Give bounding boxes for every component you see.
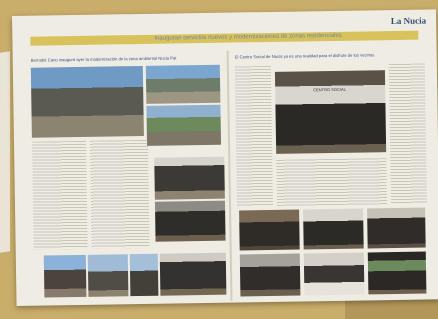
photo-scene: La Nucia Inauguran servicios nuevos y mo… bbox=[0, 0, 438, 319]
photo-centro-social-inauguration: CENTRO SOCIAL bbox=[274, 70, 387, 154]
article-text-column bbox=[388, 63, 427, 205]
photo-centro-room bbox=[239, 209, 300, 251]
background-sheet-edge bbox=[0, 51, 10, 253]
photo-officials-group bbox=[154, 156, 225, 200]
photo-visitors-1 bbox=[43, 254, 87, 298]
article-text-column bbox=[89, 139, 150, 249]
photo-toast bbox=[367, 207, 426, 249]
photo-attendees bbox=[239, 253, 301, 297]
photo-reception bbox=[303, 252, 365, 296]
photo-ribbon-cutting bbox=[30, 65, 144, 138]
page-gutter bbox=[226, 50, 233, 301]
photo-visitors-3 bbox=[129, 253, 159, 297]
photo-street-view bbox=[145, 64, 221, 104]
photo-visitors-2 bbox=[87, 254, 129, 297]
left-page-caption: Bernabé Cano inauguró ayer la modernizac… bbox=[30, 55, 177, 63]
masthead: La Nucia bbox=[390, 15, 427, 27]
article-text-column bbox=[31, 140, 88, 250]
photo-crowd bbox=[154, 200, 226, 242]
photo-audience bbox=[159, 252, 227, 296]
photo-park-area bbox=[146, 104, 222, 146]
right-page-caption: El Centro Social de Nucia ya es una real… bbox=[234, 52, 375, 60]
article-text-column bbox=[276, 158, 388, 206]
article-text-column bbox=[234, 65, 274, 207]
photo-evening-event bbox=[367, 251, 427, 295]
photo-speaker bbox=[303, 208, 364, 250]
newspaper-spread: La Nucia Inauguran servicios nuevos y mo… bbox=[12, 9, 438, 306]
banner-text: CENTRO SOCIAL bbox=[313, 86, 346, 93]
